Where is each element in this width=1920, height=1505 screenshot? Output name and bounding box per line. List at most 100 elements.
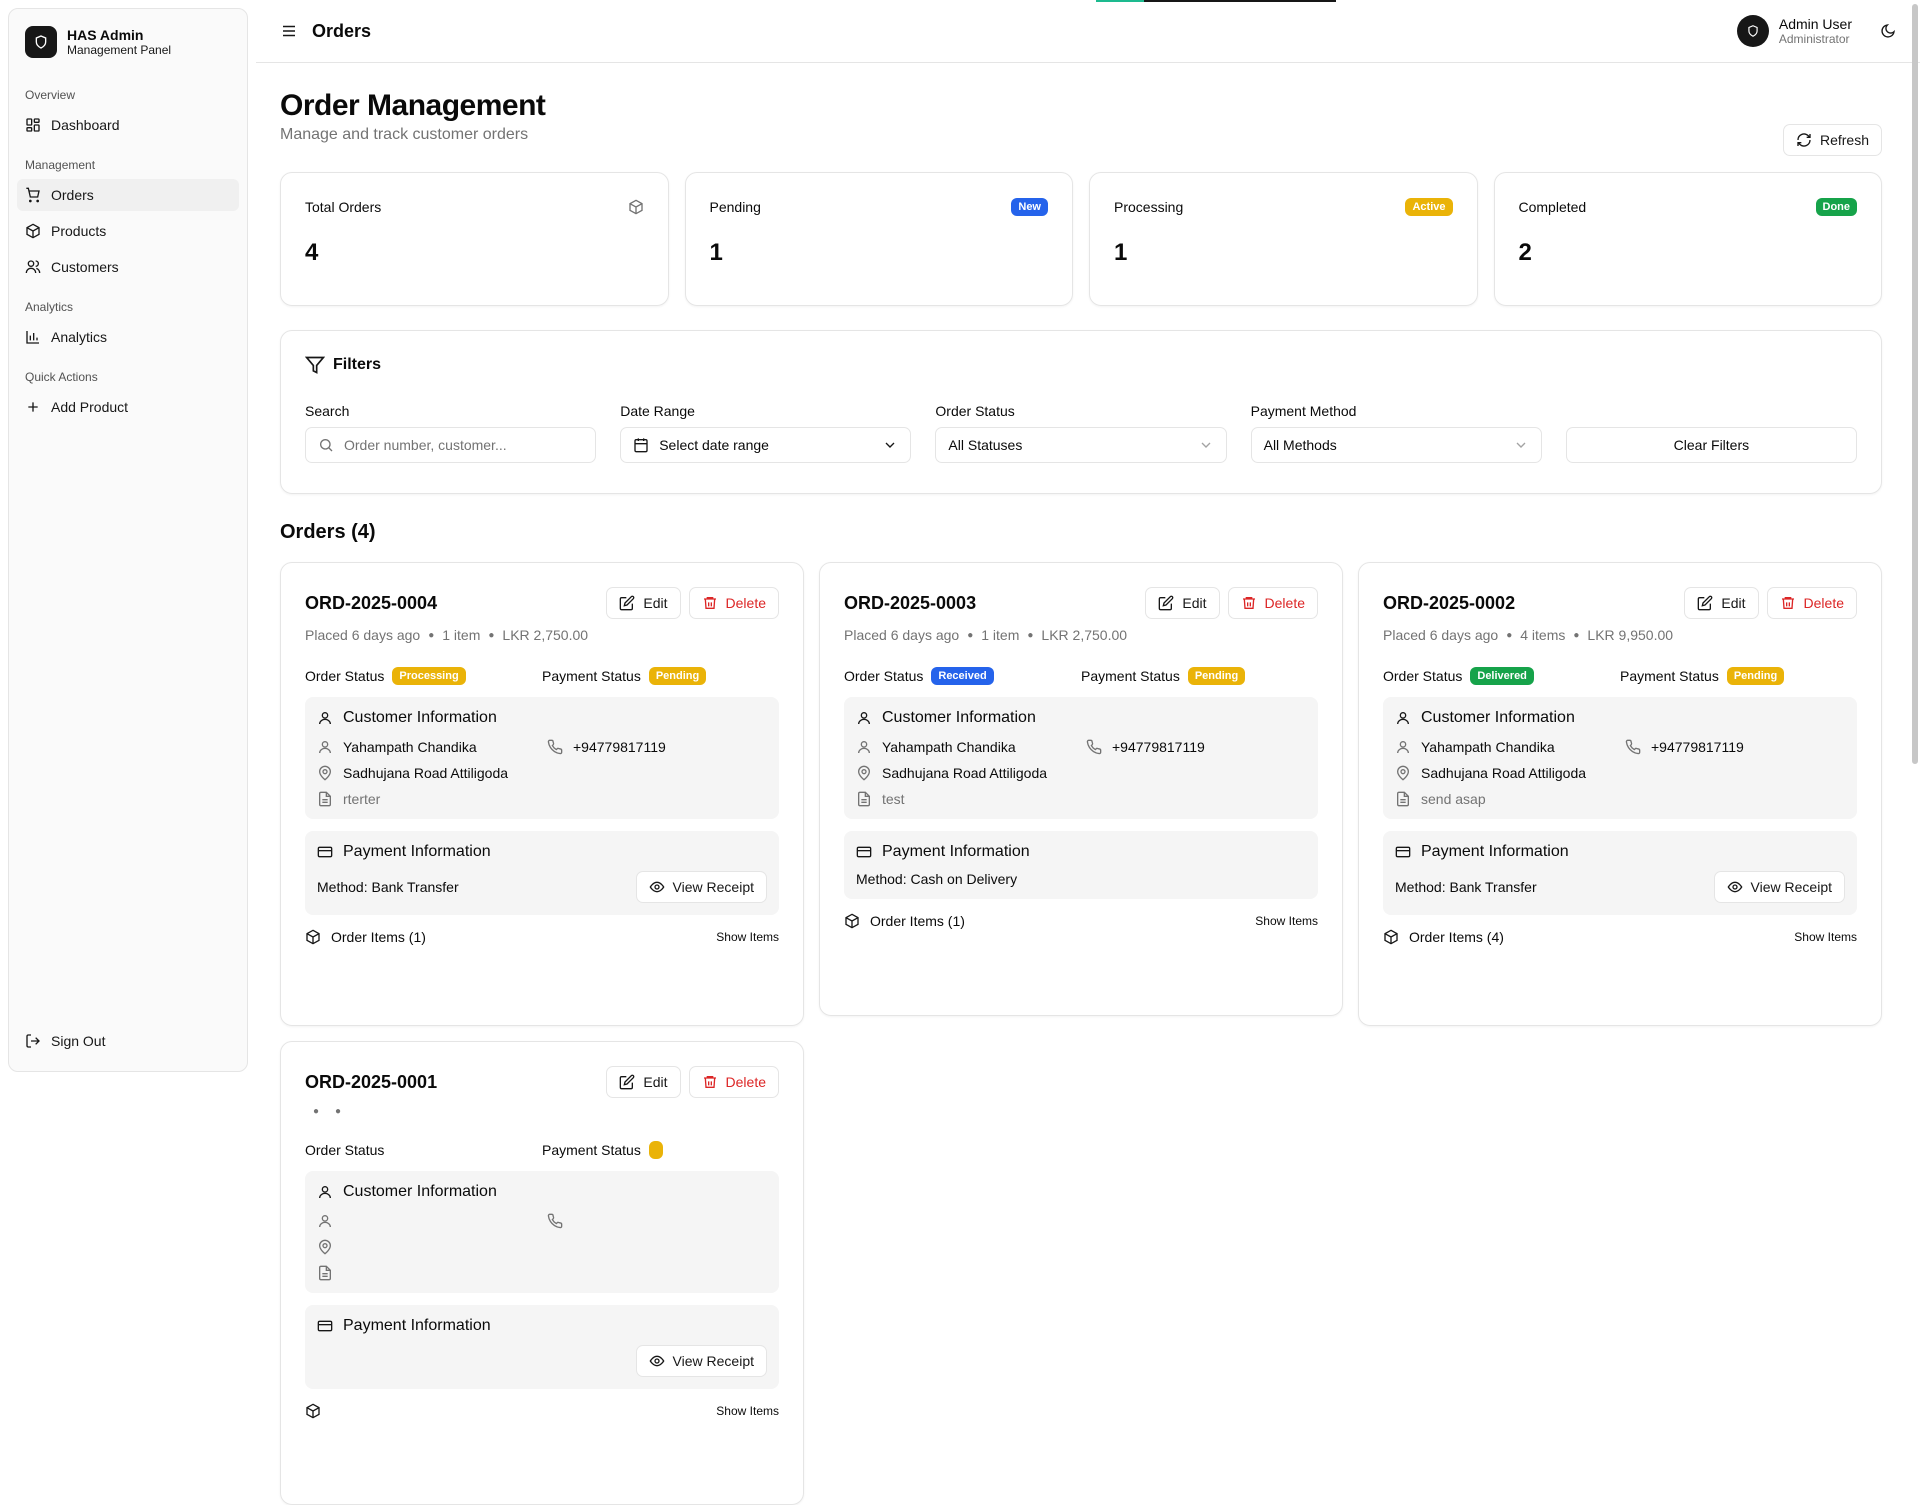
edit-button[interactable]: Edit: [606, 587, 681, 619]
delete-label: Delete: [1803, 595, 1844, 611]
sidebar-item-dashboard[interactable]: Dashboard: [17, 109, 239, 141]
user-menu[interactable]: Admin User Administrator: [1736, 15, 1896, 47]
customer-phone: +94779817119: [1112, 739, 1205, 755]
order-placed: Placed 6 days ago: [305, 627, 421, 643]
payment-info-title: Payment Information: [882, 843, 1030, 860]
grid-icon: [25, 117, 41, 133]
delete-button[interactable]: Delete: [688, 587, 779, 619]
payment-info-title: Payment Information: [1421, 843, 1569, 860]
edit-button[interactable]: Edit: [1684, 587, 1759, 619]
stat-card-processing: Processing Active 1: [1089, 172, 1478, 306]
edit-button[interactable]: Edit: [606, 1066, 681, 1098]
view-receipt-button[interactable]: View Receipt: [1713, 871, 1845, 903]
date-range-label: Date Range: [620, 403, 695, 419]
delete-button[interactable]: Delete: [1766, 587, 1857, 619]
refresh-label: Refresh: [1819, 132, 1869, 148]
page-subtitle: Manage and track customer orders: [280, 126, 529, 143]
order-status-select[interactable]: All Statuses: [935, 427, 1227, 463]
payment-method-label: Payment Method: [1250, 403, 1357, 419]
view-receipt-button[interactable]: View Receipt: [635, 871, 767, 903]
menu-icon[interactable]: [280, 22, 298, 40]
sidebar-item-analytics[interactable]: Analytics: [17, 321, 239, 353]
user-icon: [317, 710, 333, 726]
user-icon: [317, 739, 333, 755]
view-receipt-button[interactable]: View Receipt: [635, 1345, 767, 1377]
nav-group-label: Analytics: [25, 300, 74, 314]
nav-group-quick-actions: Quick Actions Add Product: [9, 357, 247, 423]
edit-icon: [1158, 595, 1174, 611]
edit-button[interactable]: Edit: [1145, 587, 1220, 619]
refresh-button[interactable]: Refresh: [1782, 124, 1882, 156]
trash-icon: [702, 1074, 718, 1090]
sidebar-item-label: Analytics: [51, 329, 108, 345]
trash-icon: [1241, 595, 1257, 611]
moon-icon[interactable]: [1880, 23, 1896, 39]
payment-status-label: Payment Status: [542, 668, 641, 684]
stat-value: 1: [709, 239, 723, 266]
delete-label: Delete: [725, 595, 766, 611]
clear-filters-button[interactable]: Clear Filters: [1565, 427, 1858, 463]
payment-method: Method: Bank Transfer: [317, 879, 459, 895]
sidebar-item-customers[interactable]: Customers: [17, 251, 239, 283]
order-item-count: 4 items: [1520, 627, 1566, 643]
view-receipt-label: View Receipt: [672, 879, 754, 895]
nav-group-label: Overview: [25, 88, 76, 102]
payment-method: Method: Cash on Delivery: [856, 871, 1018, 887]
sidebar-item-products[interactable]: Products: [17, 215, 239, 247]
sidebar-item-label: Add Product: [51, 399, 129, 415]
sign-out-button[interactable]: Sign Out: [17, 1025, 239, 1057]
customer-info-title: Customer Information: [343, 709, 497, 726]
payment-status-label: Payment Status: [542, 1142, 641, 1158]
chevron-down-icon: [1513, 437, 1529, 453]
order-status-badge: [392, 1141, 406, 1159]
order-items-label: Order Items (4): [1409, 929, 1504, 945]
separator-dot: ●: [428, 629, 435, 641]
payment-info-box: Payment Information View Receipt: [305, 1305, 779, 1389]
date-range-picker[interactable]: Select date range: [620, 427, 912, 463]
map-pin-icon: [317, 1239, 333, 1255]
payment-method-select[interactable]: All Methods: [1250, 427, 1542, 463]
customer-address: Sadhujana Road Attiligoda: [1421, 765, 1587, 781]
edit-label: Edit: [643, 595, 668, 611]
order-number: ORD-2025-0001: [305, 1071, 438, 1092]
edit-icon: [619, 595, 635, 611]
separator-dot: ●: [313, 1106, 320, 1117]
separator-dot: ●: [488, 629, 495, 641]
order-note: test: [882, 791, 905, 807]
status-badge: Active: [1405, 198, 1453, 216]
customer-info-title: Customer Information: [882, 709, 1036, 726]
separator-dot: ●: [1027, 629, 1034, 641]
sidebar-item-orders[interactable]: Orders: [17, 179, 239, 211]
trash-icon: [1780, 595, 1796, 611]
stat-card-total: Total Orders 4: [280, 172, 669, 306]
avatar[interactable]: [1736, 15, 1769, 47]
customer-address: Sadhujana Road Attiligoda: [882, 765, 1048, 781]
order-item-count: 1 item: [981, 627, 1020, 643]
status-badge: New: [1011, 198, 1048, 216]
show-items-button[interactable]: Show Items: [1255, 914, 1318, 928]
customer-info-box: Customer Information Yahampath Chandika …: [305, 697, 779, 819]
show-items-button[interactable]: Show Items: [1794, 930, 1857, 944]
customer-name: Yahampath Chandika: [882, 739, 1016, 755]
order-status-label: Order Status: [1383, 668, 1463, 684]
user-icon: [317, 1213, 333, 1229]
credit-card-icon: [317, 844, 333, 860]
map-pin-icon: [1395, 765, 1411, 781]
search-input[interactable]: [344, 437, 584, 453]
show-items-button[interactable]: Show Items: [716, 1404, 779, 1418]
brand[interactable]: HAS Admin Management Panel: [9, 9, 247, 75]
edit-label: Edit: [643, 1074, 668, 1090]
phone-icon: [547, 1213, 563, 1229]
order-items-label: Order Items (1): [331, 929, 426, 945]
sidebar-item-add-product[interactable]: Add Product: [17, 391, 239, 423]
show-items-button[interactable]: Show Items: [716, 930, 779, 944]
separator-dot: ●: [967, 629, 974, 641]
search-field[interactable]: [305, 427, 597, 463]
delete-button[interactable]: Delete: [1227, 587, 1318, 619]
credit-card-icon: [317, 1318, 333, 1334]
orders-heading: Orders (4): [280, 521, 376, 543]
edit-icon: [1697, 595, 1713, 611]
user-name: Admin User: [1778, 16, 1852, 32]
scrollbar[interactable]: [1912, 4, 1918, 764]
delete-button[interactable]: Delete: [688, 1066, 779, 1098]
